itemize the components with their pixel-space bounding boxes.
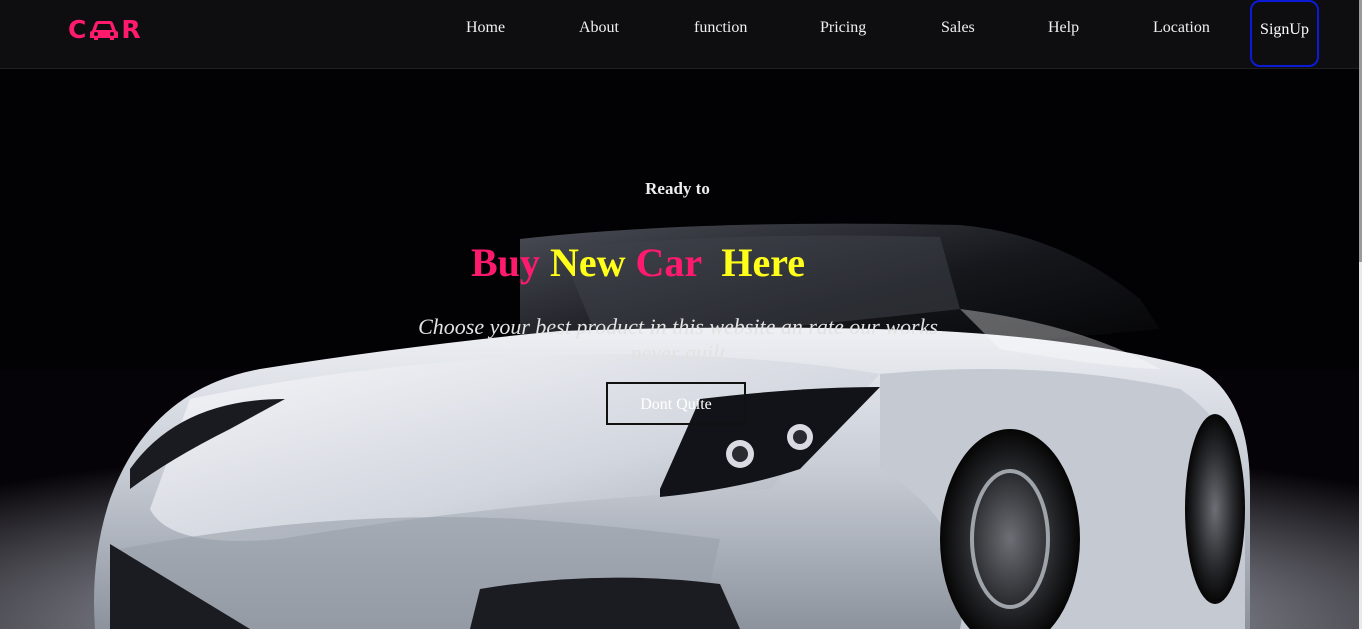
headline-word-car: Car xyxy=(635,240,702,285)
nav-help-link[interactable]: Help xyxy=(1048,17,1079,39)
headline-word-here: Here xyxy=(721,240,806,285)
nav-pricing-link[interactable]: Pricing xyxy=(820,17,866,39)
nav-about-link[interactable]: About xyxy=(579,17,619,39)
hero-tagline: Choose your best product in this website… xyxy=(418,314,938,365)
logo-letter-r: R xyxy=(121,15,142,44)
logo-letter-c: C xyxy=(68,15,88,44)
nav-sales-link[interactable]: Sales xyxy=(941,17,975,39)
hero-headline: Buy New Car Here xyxy=(471,239,805,287)
headline-word-new: New xyxy=(549,240,626,285)
headline-word-buy: Buy xyxy=(471,240,540,285)
hero-section: Ready to Buy New Car Here Choose your be… xyxy=(0,69,1359,629)
signup-button[interactable]: SignUp xyxy=(1250,0,1319,67)
hero-content: Ready to Buy New Car Here Choose your be… xyxy=(0,69,1359,629)
car-icon xyxy=(87,19,121,41)
nav-function-link[interactable]: function xyxy=(694,17,747,39)
nav-location-link[interactable]: Location xyxy=(1153,17,1210,39)
brand-logo[interactable]: C R xyxy=(68,12,142,48)
nav-home-link[interactable]: Home xyxy=(466,17,505,39)
top-navbar: C R Home About function Pricing Sales He… xyxy=(0,0,1359,69)
hero-kicker: Ready to xyxy=(645,179,710,198)
dont-quite-button[interactable]: Dont Quite xyxy=(606,382,746,425)
